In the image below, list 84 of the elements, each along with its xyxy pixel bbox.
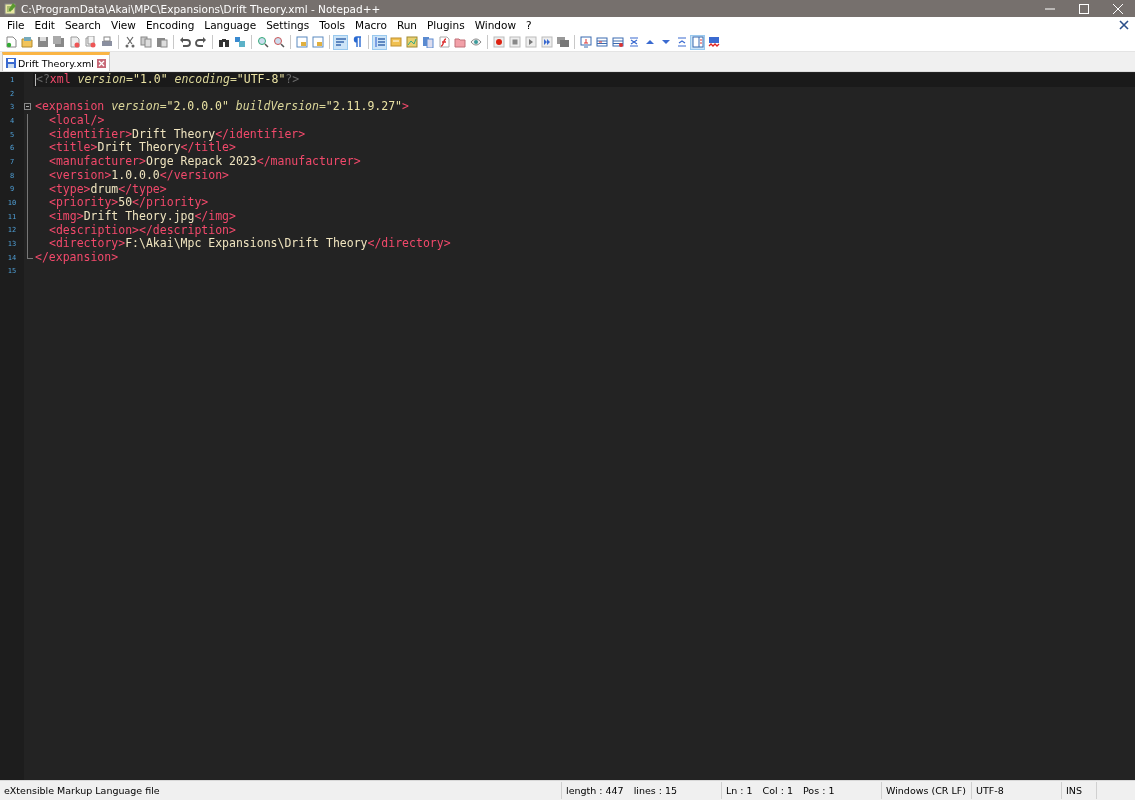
menu-item[interactable]: Macro <box>350 19 392 31</box>
status-text: Ln : 1 <box>726 785 753 796</box>
menu-item[interactable]: Language <box>199 19 262 31</box>
menu-item[interactable]: View <box>106 19 141 31</box>
document-map-icon <box>405 36 418 48</box>
panel-icon <box>691 36 704 48</box>
close-all-icon <box>84 36 97 48</box>
print-icon <box>100 36 113 48</box>
menu-item[interactable]: Settings <box>261 19 315 31</box>
status-text: lines : 15 <box>633 785 678 796</box>
notepad-icon <box>4 2 17 15</box>
status-text: UTF-8 <box>976 785 1004 796</box>
toolbar-button[interactable] <box>193 34 208 50</box>
new-file-icon <box>4 36 17 48</box>
code-line: <directory>F:\Akai\Mpc Expansions\Drift Theory</directory> <box>49 236 451 251</box>
documents-icon <box>421 36 434 48</box>
code-line: <description></description> <box>49 222 236 237</box>
code-line: <type>drum</type> <box>49 181 167 196</box>
open-folder-icon <box>20 36 33 48</box>
toolbar-button[interactable] <box>610 34 625 50</box>
minimize-icon <box>1045 7 1055 10</box>
code-line: <?xml version="1.0" encoding="UTF-8"?> <box>36 72 300 86</box>
close-tab-icon[interactable] <box>97 58 106 68</box>
save-icon <box>36 36 49 48</box>
save-all-icon <box>52 36 65 48</box>
scissors-icon <box>123 36 136 48</box>
save-icon <box>6 58 16 68</box>
code-line: <manufacturer>Orge Repack 2023</manufacturer> <box>49 154 361 169</box>
status-text: Col : 1 <box>762 785 793 796</box>
code-line: <local/> <box>49 113 105 128</box>
code-line: <identifier>Drift Theory</identifier> <box>49 126 306 141</box>
menu-item[interactable]: Tools <box>314 19 351 31</box>
copy-icon <box>139 36 152 48</box>
collapse-icon <box>627 36 640 48</box>
redo-icon <box>194 36 207 48</box>
spell-check-icon <box>707 36 720 48</box>
table-icon <box>595 36 608 48</box>
expand-icon <box>675 36 688 48</box>
record-icon <box>492 36 505 48</box>
status-text: Windows (CR LF) <box>886 785 966 796</box>
function-icon <box>437 36 450 48</box>
code-line: <title>Drift Theory</title> <box>49 140 236 155</box>
menu-item[interactable]: Window <box>469 19 522 31</box>
status-text: Pos : 1 <box>803 785 835 796</box>
menu-item[interactable]: File <box>2 19 30 31</box>
zoom-in-icon <box>256 36 269 48</box>
code-line: <priority>50</priority> <box>49 195 209 210</box>
paste-icon <box>155 36 168 48</box>
menu-item[interactable]: Run <box>391 19 422 31</box>
code-line: </expansion> <box>35 249 119 264</box>
monitor-icon <box>579 36 592 48</box>
folder-icon <box>453 36 466 48</box>
code-line: <expansion version="2.0.0.0" buildVersion="2.11.9.27"> <box>35 99 409 114</box>
maximize-icon <box>1079 3 1089 14</box>
wrap-lines-icon <box>334 36 347 48</box>
save-macro-icon <box>556 36 569 48</box>
toolbar-button[interactable] <box>594 34 609 50</box>
code-line: <version>1.0.0.0</version> <box>49 167 230 182</box>
undo-icon <box>178 36 191 48</box>
text-cursor <box>35 73 36 86</box>
table-icon <box>611 36 624 48</box>
close-file-icon <box>68 36 81 48</box>
code-line: <img>Drift Theory.jpg</img> <box>49 208 236 223</box>
collapse-icon[interactable] <box>24 103 31 111</box>
status-text: INS <box>1066 785 1082 796</box>
zoom-out-icon <box>272 36 285 48</box>
close-icon <box>1113 3 1123 14</box>
indent-lines-icon <box>373 36 386 48</box>
menu-item[interactable]: ? <box>521 19 537 31</box>
stop-icon <box>508 36 521 48</box>
window-title: C:\ProgramData\Akai\MPC\Expansions\Drift Theory.xml - Notepad++ <box>21 2 382 15</box>
fast-forward-icon <box>540 36 553 48</box>
binoculars-icon <box>217 36 230 48</box>
status-text: eXtensible Markup Language file <box>4 785 160 796</box>
file-tab[interactable]: Drift Theory.xml <box>2 52 110 71</box>
menu-item[interactable]: Edit <box>29 19 60 31</box>
play-icon <box>524 36 537 48</box>
menu-item[interactable]: Plugins <box>422 19 470 31</box>
menu-item[interactable]: Search <box>59 19 106 31</box>
close-document-icon[interactable] <box>1117 18 1131 32</box>
menu-item[interactable]: Encoding <box>140 19 200 31</box>
eye-icon <box>469 36 482 48</box>
replace-icon <box>233 36 246 48</box>
status-text: length : 447 <box>566 785 624 796</box>
